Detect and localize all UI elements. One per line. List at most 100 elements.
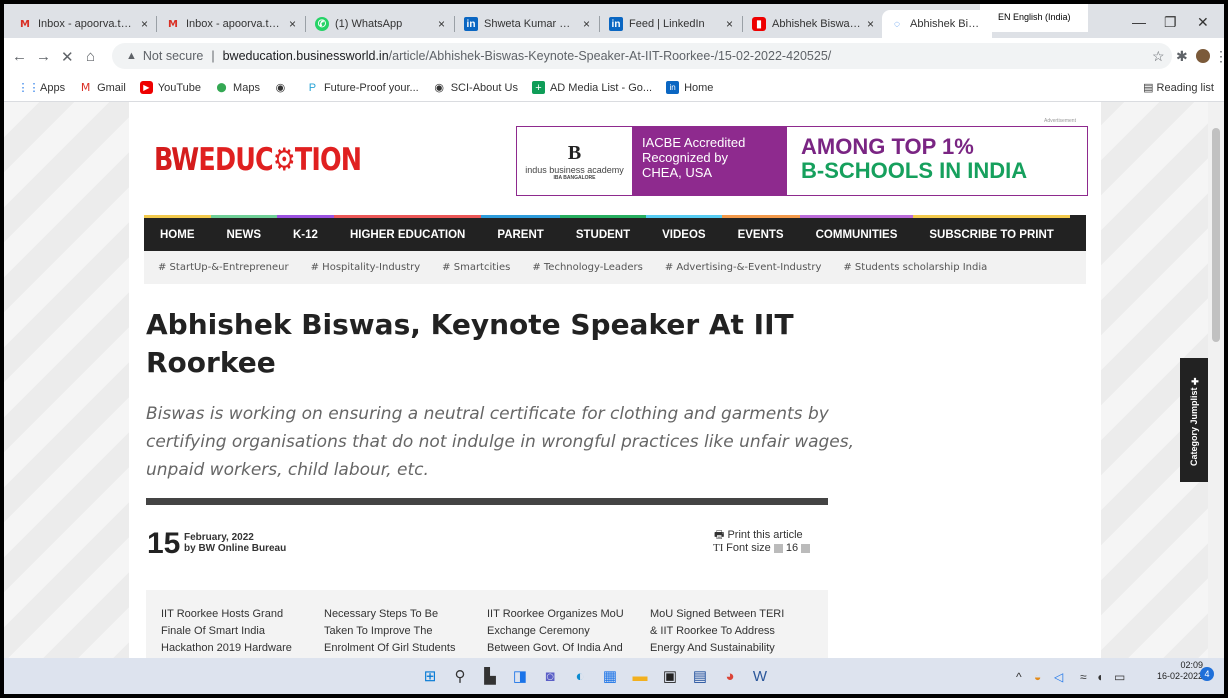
start-icon[interactable]: ⊞ [418,664,442,688]
related-article[interactable]: MoU Signed Between TERI & IIT Roorkee To… [650,606,813,658]
tag-link[interactable]: # Advertising-&-Event-Industry [665,262,822,273]
volume-icon[interactable]: ◖ [1096,670,1103,684]
tag-link[interactable]: # Hospitality-Industry [311,262,421,273]
tag-link[interactable]: # Technology-Leaders [532,262,643,273]
ad-accreditation: IACBE Accredited Recognized by CHEA, USA [632,127,787,195]
bookmark-future-proof[interactable]: P Future-Proof your... [306,81,419,94]
menu-icon[interactable]: ⋮ [1214,48,1224,65]
scrollbar-thumb[interactable] [1212,128,1220,342]
related-article[interactable]: IIT Roorkee Hosts Grand Finale Of Smart … [161,606,324,658]
wifi-icon[interactable]: ≈ [1080,670,1087,684]
notification-badge[interactable]: 4 [1200,667,1214,681]
ad-line-3: CHEA, USA [642,165,713,180]
nav-subscribe[interactable]: SUBSCRIBE TO PRINT [913,215,1070,251]
nav-k12[interactable]: K-12 [277,215,334,251]
extensions-icon[interactable]: ✱ [1176,48,1188,65]
tab-close-icon[interactable]: × [726,17,733,31]
logo-bw: BW [154,142,199,178]
tab-abhishek-1[interactable]: ▮ Abhishek Biswas and × [744,10,882,38]
related-article[interactable]: IIT Roorkee Organizes MoU Exchange Cerem… [487,606,650,658]
language-popup[interactable]: EN English (India) [980,4,1088,32]
forward-icon[interactable]: → [36,48,51,65]
nav-home[interactable]: HOME [144,215,211,251]
article-subtitle: Biswas is working on ensuring a neutral … [146,404,855,480]
task-view-icon[interactable]: ▙ [478,664,502,688]
tag-navigation: # StartUp-&-Entrepreneur # Hospitality-I… [144,251,1086,284]
home-icon[interactable]: ⌂ [86,48,95,65]
ad-headline: AMONG TOP 1% B-SCHOOLS IN INDIA [787,127,1087,195]
tab-linkedin-profile[interactable]: in Shweta Kumar Devga × [456,10,598,38]
chrome-icon[interactable]: ◕ [718,664,742,688]
tab-close-icon[interactable]: × [583,17,590,31]
tab-abhishek-active[interactable]: ◌ Abhishek Biswas Ke [882,10,992,38]
tag-link[interactable]: # Students scholarship India [843,262,987,273]
bookmark-globe[interactable]: ◉ [274,81,292,94]
font-increase-button[interactable] [801,543,811,553]
chat-icon[interactable]: ◙ [538,664,562,688]
bookmark-label: Maps [233,81,260,94]
bookmark-maps[interactable]: ⬤ Maps [215,81,260,94]
bookmark-home[interactable]: in Home [666,81,713,94]
separator: | [211,49,215,63]
byline[interactable]: by BW Online Bureau [184,543,286,554]
nav-communities[interactable]: COMMUNITIES [799,215,914,251]
back-icon[interactable]: ← [12,48,27,65]
app-icon[interactable]: ▤ [688,664,712,688]
address-bar[interactable]: ▲ Not secure | bweducation.businessworld… [112,43,1172,69]
advertisement-banner[interactable]: B indus business academy IBA BANGALORE I… [516,126,1088,196]
file-explorer-icon[interactable]: ▬ [628,664,652,688]
star-icon[interactable]: ☆ [1152,48,1165,65]
widgets-icon[interactable]: ◨ [508,664,532,688]
nav-news[interactable]: NEWS [210,215,277,251]
tab-gmail-1[interactable]: M Inbox - apoorva.twen × [10,10,156,38]
related-article[interactable]: Necessary Steps To Be Taken To Improve T… [324,606,487,658]
bookmark-sci[interactable]: ◉ SCI-About Us [433,81,518,95]
tab-label: Shweta Kumar Devga [484,18,577,30]
font-decrease-button[interactable] [773,543,783,553]
warning-icon: ▲ [126,50,137,62]
nav-videos[interactable]: VIDEOS [646,215,722,251]
tab-close-icon[interactable]: × [289,17,296,31]
nav-events[interactable]: EVENTS [721,215,800,251]
vertical-scrollbar[interactable] [1208,102,1224,658]
tray-telegram-icon[interactable]: ◁ [1054,670,1063,684]
bookmark-ad-media[interactable]: + AD Media List - Go... [531,81,652,94]
bookmark-apps[interactable]: ⋮⋮ Apps [18,81,66,95]
tab-close-icon[interactable]: × [438,17,445,31]
store-icon[interactable]: ▦ [598,664,622,688]
site-logo[interactable]: BWEDUC⚙TION [154,142,362,178]
nav-parent[interactable]: PARENT [481,215,560,251]
linkedin-icon: in [464,17,478,31]
tab-close-icon[interactable]: × [867,17,874,31]
tab-linkedin-feed[interactable]: in Feed | LinkedIn × [601,10,741,38]
stop-icon[interactable]: ✕ [61,48,74,66]
tab-gmail-2[interactable]: M Inbox - apoorva.twen × [158,10,304,38]
minimize-icon[interactable]: — [1132,14,1146,30]
related-articles: IIT Roorkee Hosts Grand Finale Of Smart … [146,590,828,658]
ad-brand: B indus business academy IBA BANGALORE [517,127,632,195]
word-icon[interactable]: W [748,664,772,688]
clock[interactable]: 02:09 16-02-2022 [1157,660,1203,682]
publish-day: 15 [147,527,181,560]
edge-icon[interactable]: ◐ [568,664,592,688]
profile-avatar[interactable] [1196,49,1210,63]
nav-student[interactable]: STUDENT [559,215,647,251]
nav-higher-education[interactable]: HIGHER EDUCATION [333,215,482,251]
globe-icon: ◉ [275,82,286,94]
bookmark-youtube[interactable]: ▶ YouTube [139,81,201,94]
tag-link[interactable]: # StartUp-&-Entrepreneur [158,262,289,273]
tab-whatsapp[interactable]: ✆ (1) WhatsApp × [307,10,453,38]
battery-icon[interactable]: ▭ [1114,670,1125,684]
maximize-icon[interactable]: ❐ [1164,14,1177,31]
bookmark-gmail[interactable]: M Gmail [79,81,126,94]
tray-app-icon[interactable]: ◒ [1034,670,1041,684]
reading-list[interactable]: ▤ Reading list [1143,81,1214,94]
category-jumplist-button[interactable]: Category Jumplist ✚ [1180,358,1208,482]
tag-link[interactable]: # Smartcities [442,262,510,273]
tab-close-icon[interactable]: × [141,17,148,31]
close-window-icon[interactable]: ✕ [1197,14,1209,31]
tab-label: (1) WhatsApp [335,18,403,30]
tray-chevron-icon[interactable]: ^ [1016,670,1022,684]
search-icon[interactable]: ⚲ [448,664,472,688]
app-icon[interactable]: ▣ [658,664,682,688]
